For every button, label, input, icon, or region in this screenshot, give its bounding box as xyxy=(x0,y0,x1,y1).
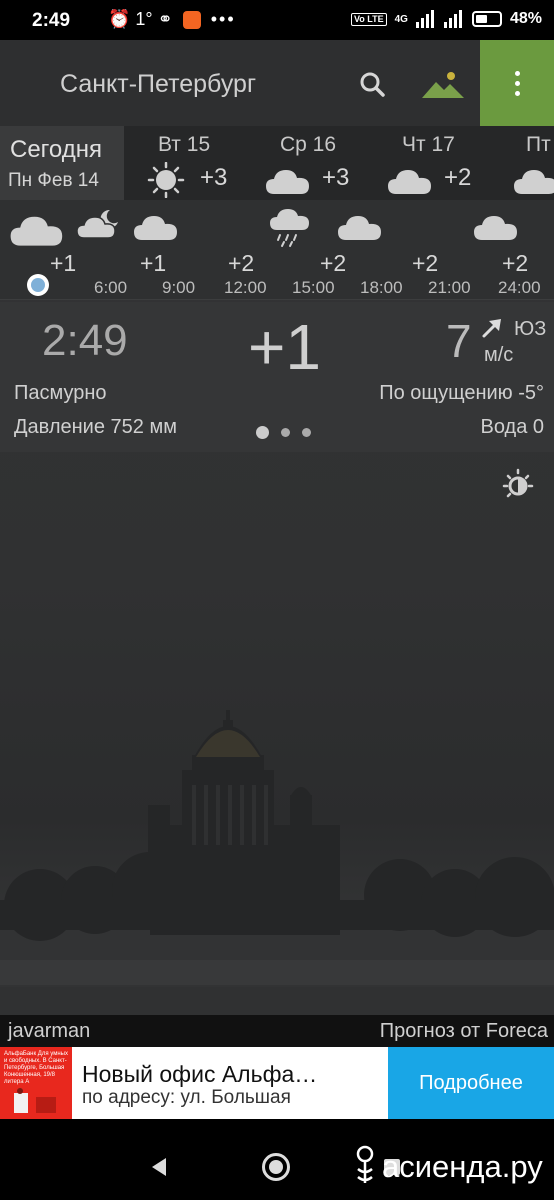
watermark: асиенда.ру xyxy=(352,1145,543,1189)
hour-time: 12:00 xyxy=(224,278,267,297)
brightness-auto-icon[interactable] xyxy=(498,464,538,504)
day-item[interactable]: Ср 16 +3 xyxy=(262,126,382,200)
more-vertical-icon[interactable] xyxy=(480,40,554,126)
hour-temp: +2 xyxy=(320,250,347,276)
hour-temp: +2 xyxy=(502,250,529,276)
watermark-logo-icon xyxy=(356,1145,374,1183)
hour-time: 6:00 xyxy=(94,278,128,297)
forecast-source[interactable]: Прогноз от Foreca xyxy=(380,1020,548,1043)
day-item[interactable]: Пт xyxy=(508,126,554,200)
hour-time: 24:00 xyxy=(498,278,541,297)
wind-direction-arrow-icon xyxy=(482,319,501,338)
ad-banner[interactable]: АльфаБанк Для умных и свободных. В Санкт… xyxy=(0,1047,554,1119)
status-time: 2:49 xyxy=(32,10,71,31)
day-item[interactable]: Чт 17 +2 xyxy=(384,126,504,200)
wind-unit: м/с xyxy=(484,344,514,366)
page-dot xyxy=(281,428,290,437)
rain-cloud-icon xyxy=(270,209,309,247)
photo-credits-bar: javarman Прогноз от Foreca xyxy=(0,1015,554,1047)
signal-icon xyxy=(415,10,434,28)
feels-like: По ощущению -5° xyxy=(379,382,544,404)
system-nav-bar: асиенда.ру xyxy=(0,1119,554,1200)
hour-time: 15:00 xyxy=(292,278,335,297)
app-bar: Санкт-Петербург xyxy=(0,40,554,126)
day-item[interactable]: Вт 15 +3 xyxy=(140,126,260,200)
wind-speed: 7 xyxy=(446,315,472,367)
home-icon[interactable] xyxy=(262,1153,290,1181)
page-dot xyxy=(302,428,311,437)
ad-image[interactable]: АльфаБанк Для умных и свободных. В Санкт… xyxy=(0,1047,72,1119)
ad-title[interactable]: Новый офис Альфа… xyxy=(82,1061,317,1088)
current-time-marker xyxy=(27,274,49,296)
cloud-icon xyxy=(134,216,177,240)
weather-app: Санкт-Петербург Сегодня Пн Фев 14 Вт 15 xyxy=(0,40,554,1015)
status-right: Vo LTE 4G 48% xyxy=(350,10,542,28)
hourly-forecast[interactable]: +1 +1 +2 +2 +2 +2 6:00 9:00 12:00 15:00 … xyxy=(0,200,554,300)
network-type: 4G xyxy=(394,13,408,25)
signal-icon-2 xyxy=(443,10,462,28)
today-date: Пн Фев 14 xyxy=(8,170,99,191)
moon-cloud-icon xyxy=(76,209,118,239)
battery-label: 48% xyxy=(509,10,542,27)
hour-temp: +1 xyxy=(140,250,167,276)
hour-temp: +1 xyxy=(50,250,77,276)
day-temp: +2 xyxy=(444,164,472,191)
current-conditions[interactable]: 2:49 +1 7 ЮЗ м/с Пасмурно По ощущению -5… xyxy=(0,302,554,452)
ad-more-button[interactable]: Подробнее xyxy=(388,1047,554,1119)
page-dot-active xyxy=(256,426,269,439)
day-name: Чт 17 xyxy=(402,133,455,156)
wind-direction: ЮЗ xyxy=(514,318,547,340)
pressure: Давление 752 мм xyxy=(14,416,177,438)
hour-time: 21:00 xyxy=(428,278,471,297)
cloud-icon xyxy=(266,170,309,194)
ad-subtitle[interactable]: по адресу: ул. Большая xyxy=(82,1087,291,1109)
hour-temp: +2 xyxy=(228,250,255,276)
app-notification-icon xyxy=(182,10,201,29)
day-name: Вт 15 xyxy=(158,133,211,156)
current-time: 2:49 xyxy=(42,316,128,365)
back-icon[interactable] xyxy=(148,1155,170,1179)
hour-time: 18:00 xyxy=(360,278,403,297)
day-name: Ср 16 xyxy=(280,133,337,156)
status-bar: 2:49 ⏰ 1° ⚭ ••• Vo LTE 4G 48% xyxy=(0,0,554,40)
day-temp: +3 xyxy=(200,164,228,191)
cloud-icon xyxy=(388,170,431,194)
condition-text: Пасмурно xyxy=(14,382,107,404)
cloud-icon xyxy=(514,170,554,194)
status-notification-icons: ⏰ 1° ⚭ ••• xyxy=(80,9,236,30)
cloud-icon xyxy=(474,216,517,240)
water-temp: Вода 0 xyxy=(480,416,545,438)
day-name: Пт xyxy=(526,133,551,156)
notification-icons-text: ⏰ 1° ⚭ xyxy=(108,9,173,29)
watermark-text: асиенда.ру xyxy=(382,1149,543,1184)
daily-forecast: Сегодня Пн Фев 14 Вт 15 +3 Ср 16 +3 Чт 1… xyxy=(0,126,554,200)
photo-author[interactable]: javarman xyxy=(8,1020,90,1043)
hour-temp: +2 xyxy=(412,250,439,276)
volte-icon: Vo LTE xyxy=(350,12,387,26)
city-title[interactable]: Санкт-Петербург xyxy=(60,70,256,99)
current-temp: +1 xyxy=(248,311,321,383)
background-photo xyxy=(0,710,554,1015)
cloud-icon xyxy=(10,216,63,246)
more-notifications-icon: ••• xyxy=(210,9,236,29)
page-indicator[interactable] xyxy=(256,426,311,439)
ad-image-text: АльфаБанк Для умных и свободных. В Санкт… xyxy=(4,1051,68,1085)
day-temp: +3 xyxy=(322,164,350,191)
ad-image-graphic xyxy=(14,1088,56,1113)
cloud-icon xyxy=(338,216,381,240)
day-today[interactable]: Сегодня Пн Фев 14 xyxy=(0,126,124,200)
sun-icon xyxy=(147,162,185,198)
today-label: Сегодня xyxy=(10,136,102,163)
battery-icon xyxy=(471,11,502,27)
search-icon[interactable] xyxy=(356,68,390,102)
hour-time: 9:00 xyxy=(162,278,196,297)
landscape-icon[interactable] xyxy=(418,66,468,106)
